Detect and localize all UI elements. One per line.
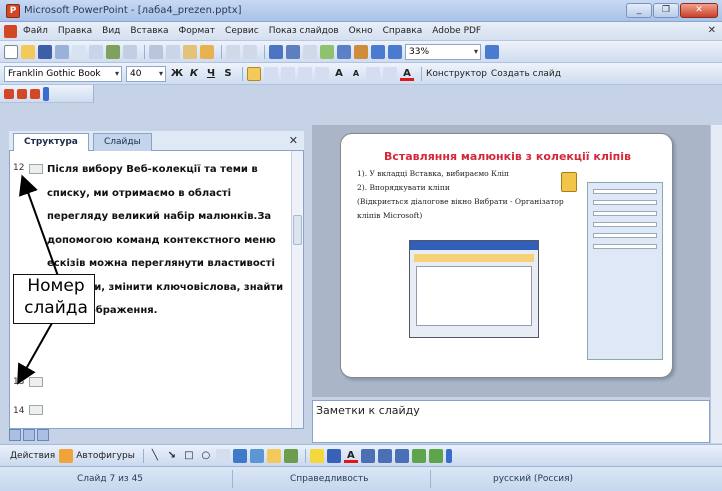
- arrow-icon[interactable]: ↘: [165, 449, 179, 463]
- oval-icon[interactable]: ○: [199, 449, 213, 463]
- view-buttons: [9, 429, 69, 443]
- drawing-toolbar: Действия Автофигуры ╲ ↘ □ ○ A: [0, 444, 722, 466]
- select-objects-icon[interactable]: [59, 448, 74, 463]
- slide-body-line: 2). Впорядкувати кліпи: [357, 183, 450, 192]
- wordart-icon[interactable]: [232, 448, 247, 463]
- shadow-style-icon[interactable]: [411, 448, 426, 463]
- arrow-to-slide-13: [17, 322, 53, 385]
- arrow-style-icon[interactable]: [394, 448, 409, 463]
- draw-font-color-icon[interactable]: A: [343, 449, 358, 463]
- picture-icon[interactable]: [283, 448, 298, 463]
- textbox-icon[interactable]: [215, 448, 230, 463]
- notes-placeholder[interactable]: Заметки к слайду: [316, 404, 420, 417]
- status-language[interactable]: русский (Россия): [493, 474, 573, 484]
- arrow-to-slide-12: [18, 174, 59, 277]
- slide-scrollbar[interactable]: [710, 125, 722, 443]
- taskpane-screenshot[interactable]: [587, 182, 663, 360]
- rectangle-icon[interactable]: □: [182, 449, 196, 463]
- status-bar: Слайд 7 из 45 Справедливость русский (Ро…: [0, 466, 722, 491]
- clip-organizer-screenshot[interactable]: [409, 240, 539, 338]
- clip-art-icon: [561, 172, 577, 192]
- normal-view-icon[interactable]: [9, 429, 21, 441]
- line-icon[interactable]: ╲: [148, 449, 162, 463]
- slide-body-line: (Відкриється діалогове вікно Вибрати - О…: [357, 197, 564, 220]
- status-design[interactable]: Справедливость: [290, 474, 368, 484]
- line-color-icon[interactable]: [326, 448, 341, 463]
- status-slide-count: Слайд 7 из 45: [77, 474, 144, 484]
- fill-color-icon[interactable]: [309, 448, 324, 463]
- slideshow-view-icon[interactable]: [37, 429, 49, 441]
- slide-body-line: 1). У вкладці Вставка, вибираємо Кліп: [357, 169, 510, 178]
- slide-body[interactable]: 1). У вкладці Вставка, вибираємо Кліп 2)…: [357, 167, 577, 223]
- line-style-icon[interactable]: [360, 448, 375, 463]
- clipart-icon[interactable]: [266, 448, 281, 463]
- diagram-icon[interactable]: [249, 448, 264, 463]
- 3d-style-icon[interactable]: [428, 448, 443, 463]
- slide-canvas[interactable]: Вставляння малюнків з колекції кліпів 1)…: [340, 133, 673, 378]
- autoshapes-menu[interactable]: Автофигуры: [76, 451, 135, 461]
- dash-style-icon[interactable]: [377, 448, 392, 463]
- slide-title[interactable]: Вставляння малюнків з колекції кліпів: [341, 150, 672, 163]
- slide-sorter-icon[interactable]: [23, 429, 35, 441]
- draw-toolbar-options-icon[interactable]: [445, 448, 452, 463]
- actions-menu[interactable]: Действия: [10, 451, 55, 461]
- callout-label: Номер слайда: [24, 276, 88, 318]
